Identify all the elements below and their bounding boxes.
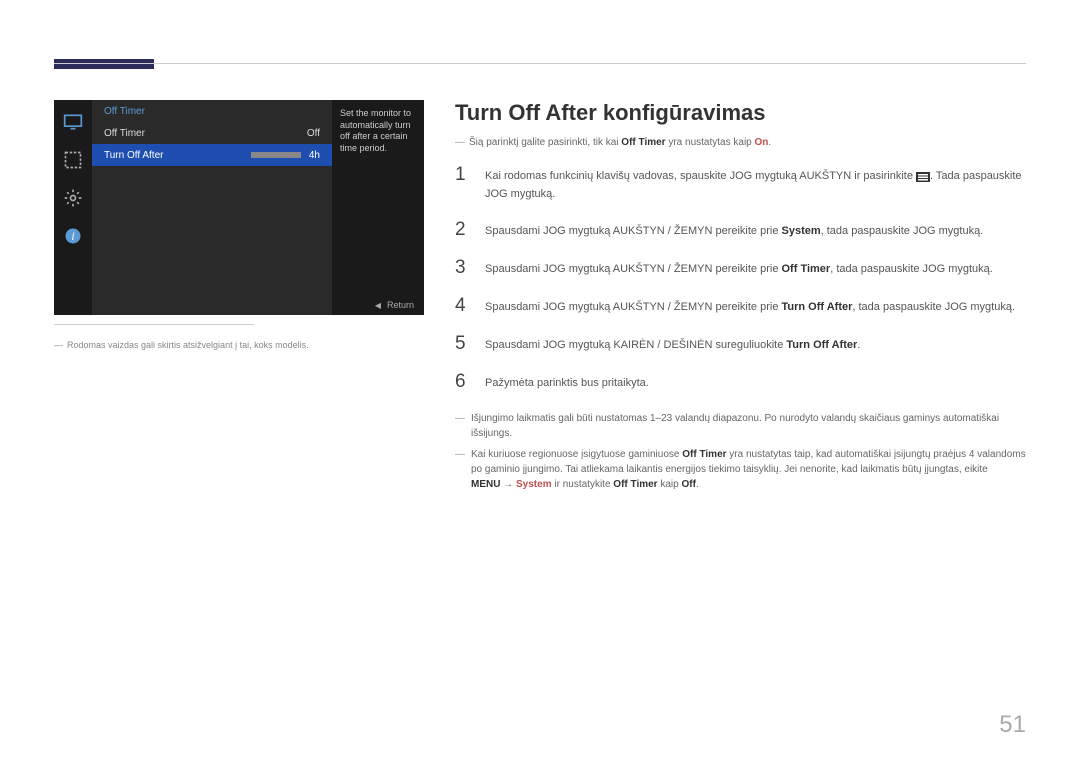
dash-icon: ― xyxy=(455,447,465,492)
step5-pre: Spausdami JOG mygtuką KAIRĖN / DEŠINĖN s… xyxy=(485,339,786,351)
header-accent xyxy=(54,59,154,69)
step3-bold: Off Timer xyxy=(782,263,831,275)
step2-post: , tada paspauskite JOG mygtuką. xyxy=(821,225,984,237)
osd-footer: ◀ Return xyxy=(92,295,424,315)
steps-list: 1 Kai rodomas funkcinių klavišų vadovas,… xyxy=(455,164,1030,393)
osd-row-offtimer: Off Timer Off xyxy=(92,122,332,144)
step-2: 2 Spausdami JOG mygtuką AUKŠTYN / ŽEMYN … xyxy=(455,219,1030,241)
step-1: 1 Kai rodomas funkcinių klavišų vadovas,… xyxy=(455,164,1030,203)
step-text: Spausdami JOG mygtuką KAIRĖN / DEŠINĖN s… xyxy=(485,333,860,355)
note2-text: Kai kuriuose regionuose įsigytuose gamin… xyxy=(471,447,1030,492)
osd-menu-title: Off Timer xyxy=(92,100,332,122)
note1-text: Išjungimo laikmatis gali būti nustatomas… xyxy=(471,411,1030,441)
n2-mid3: kaip xyxy=(658,479,682,490)
osd-row-value: 4h xyxy=(309,150,320,161)
disclaimer-divider xyxy=(54,324,254,325)
step-text: Spausdami JOG mygtuką AUKŠTYN / ŽEMYN pe… xyxy=(485,295,1015,317)
osd-row-turnoffafter: Turn Off After 4h xyxy=(92,144,332,166)
n2-accent1: System xyxy=(516,479,552,490)
step5-post: . xyxy=(857,339,860,351)
osd-row-value: Off xyxy=(307,128,320,139)
image-disclaimer: ― Rodomas vaizdas gali skirtis atsižvelgi… xyxy=(54,340,424,350)
dash-icon: ― xyxy=(455,411,465,441)
back-triangle-icon: ◀ xyxy=(375,301,381,310)
step-number: 1 xyxy=(455,164,469,203)
n2-pre: Kai kuriuose regionuose įsigytuose gamin… xyxy=(471,449,682,460)
osd-screenshot: i Off Timer Off Timer Off Turn Off After… xyxy=(54,100,424,315)
intro-prefix: Šią parinktį galite pasirinkti, tik kai xyxy=(469,137,621,148)
disclaimer-text: Rodomas vaizdas gali skirtis atsižvelgia… xyxy=(67,340,309,350)
info-icon: i xyxy=(61,224,85,248)
dash-icon: ― xyxy=(54,340,63,350)
step-5: 5 Spausdami JOG mygtuką KAIRĖN / DEŠINĖN… xyxy=(455,333,1030,355)
osd-row-label: Turn Off After xyxy=(104,150,163,161)
n2-bold4: Off xyxy=(681,479,695,490)
step2-pre: Spausdami JOG mygtuką AUKŠTYN / ŽEMYN pe… xyxy=(485,225,782,237)
step-3: 3 Spausdami JOG mygtuką AUKŠTYN / ŽEMYN … xyxy=(455,257,1030,279)
menu-icon xyxy=(916,171,930,181)
step-text: Pažymėta parinktis bus pritaikyta. xyxy=(485,371,649,393)
osd-return-label: Return xyxy=(387,300,414,310)
step4-bold: Turn Off After xyxy=(782,301,853,313)
step-number: 5 xyxy=(455,333,469,355)
osd-description: Set the monitor to automatically turn of… xyxy=(332,100,424,315)
step1-pre: Kai rodomas funkcinių klavišų vadovas, s… xyxy=(485,170,916,182)
step3-pre: Spausdami JOG mygtuką AUKŠTYN / ŽEMYN pe… xyxy=(485,263,782,275)
intro-mid: yra nustatytas kaip xyxy=(666,137,755,148)
main-content: Turn Off After konfigūravimas ― Šią parin… xyxy=(455,100,1030,498)
dash-icon: ― xyxy=(455,137,465,148)
intro-suffix: . xyxy=(768,137,771,148)
step-text: Spausdami JOG mygtuką AUKŠTYN / ŽEMYN pe… xyxy=(485,257,993,279)
n2-mid2: ir nustatykite xyxy=(552,479,614,490)
n2-arrow: → xyxy=(500,479,516,490)
footnotes: ― Išjungimo laikmatis gali būti nustatom… xyxy=(455,411,1030,492)
intro-accent: On xyxy=(755,137,769,148)
intro-bold: Off Timer xyxy=(621,137,665,148)
picture-icon xyxy=(61,148,85,172)
osd-main: Off Timer Off Timer Off Turn Off After 4… xyxy=(92,100,332,315)
step4-post: , tada paspauskite JOG mygtuką. xyxy=(852,301,1015,313)
header-divider xyxy=(54,63,1026,64)
n2-bold1: Off Timer xyxy=(682,449,726,460)
slider-track xyxy=(251,152,301,158)
step-text: Spausdami JOG mygtuką AUKŠTYN / ŽEMYN pe… xyxy=(485,219,983,241)
step-number: 2 xyxy=(455,219,469,241)
step-6: 6 Pažymėta parinktis bus pritaikyta. xyxy=(455,371,1030,393)
page-number: 51 xyxy=(999,711,1026,739)
step2-bold: System xyxy=(782,225,821,237)
page-title: Turn Off After konfigūravimas xyxy=(455,100,1030,126)
osd-row-label: Off Timer xyxy=(104,128,145,139)
note-2: ― Kai kuriuose regionuose įsigytuose gam… xyxy=(455,447,1030,492)
step-number: 4 xyxy=(455,295,469,317)
monitor-icon xyxy=(61,110,85,134)
step-text: Kai rodomas funkcinių klavišų vadovas, s… xyxy=(485,164,1030,203)
n2-bold3: Off Timer xyxy=(613,479,657,490)
step5-bold: Turn Off After xyxy=(786,339,857,351)
step3-post: , tada paspauskite JOG mygtuką. xyxy=(830,263,993,275)
gear-icon xyxy=(61,186,85,210)
note-1: ― Išjungimo laikmatis gali būti nustatom… xyxy=(455,411,1030,441)
step-number: 3 xyxy=(455,257,469,279)
osd-sidebar: i xyxy=(54,100,92,315)
n2-bold2: MENU xyxy=(471,479,500,490)
n2-suffix: . xyxy=(696,479,699,490)
svg-text:i: i xyxy=(71,230,74,243)
intro-note: ― Šią parinktį galite pasirinkti, tik kai… xyxy=(455,136,1030,150)
step-number: 6 xyxy=(455,371,469,393)
step-4: 4 Spausdami JOG mygtuką AUKŠTYN / ŽEMYN … xyxy=(455,295,1030,317)
step4-pre: Spausdami JOG mygtuką AUKŠTYN / ŽEMYN pe… xyxy=(485,301,782,313)
